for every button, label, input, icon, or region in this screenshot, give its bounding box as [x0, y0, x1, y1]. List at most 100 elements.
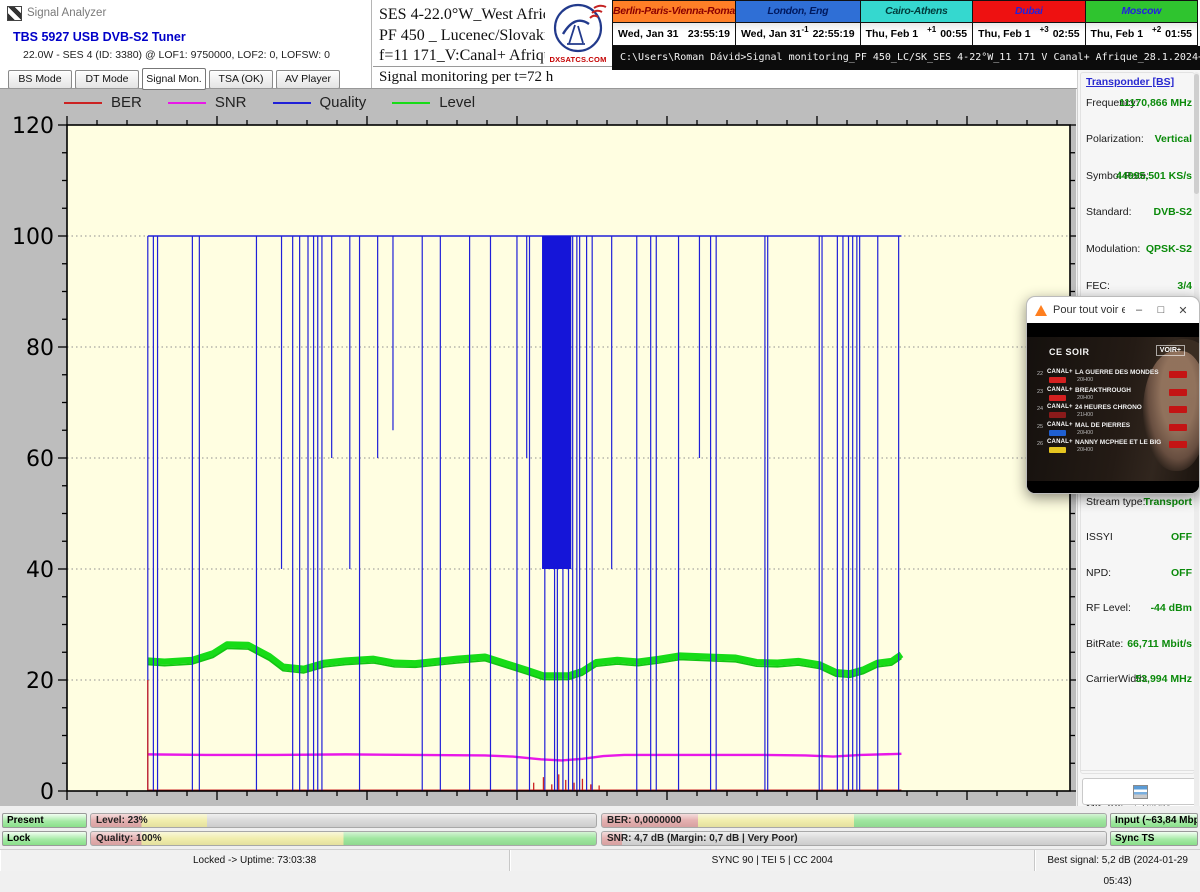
epg-row: 23CANAL+BREAKTHROUGH20H00	[1037, 387, 1189, 403]
clock-time-row: Thu, Feb 1+302:55	[973, 23, 1084, 45]
vlc-player-window[interactable]: Pour tout voir et to... – □ ✕ CE SOIR VO…	[1026, 296, 1200, 494]
tab-signal-mon-[interactable]: Signal Mon.	[142, 68, 206, 90]
minimize-button[interactable]: –	[1131, 304, 1147, 316]
clock-city-label: Berlin-Paris-Vienna-Roma	[613, 1, 735, 23]
quality-outage-block	[542, 236, 571, 569]
vlc-titlebar[interactable]: Pour tout voir et to... – □ ✕	[1027, 297, 1199, 323]
epg-channel-badge	[1049, 377, 1066, 383]
epg-channel-badge	[1049, 395, 1066, 401]
epg-row: 22CANAL+LA GUERRE DES MONDES20H00	[1037, 369, 1189, 385]
satellite-dish-icon	[545, 2, 611, 55]
meter-row1-bar1: Level: 23%	[90, 813, 597, 828]
monitoring-period-label: Signal monitoring per t=72 h	[379, 69, 553, 86]
meter-row1-left-badge: Present	[2, 813, 87, 828]
clock-date: Thu, Feb 1	[866, 28, 919, 40]
y-axis-label: 20	[26, 669, 54, 694]
epg-program-title: LA GUERRE DES MONDES	[1075, 369, 1159, 376]
epg-program-title: MAL DE PIERRES	[1075, 422, 1130, 429]
epg-title: CE SOIR	[1049, 347, 1090, 357]
y-axis-label: 120	[12, 114, 54, 139]
clock-utc-offset: -1	[801, 25, 808, 34]
field-value: Vertical	[1155, 133, 1192, 145]
close-button[interactable]: ✕	[1175, 304, 1191, 317]
clock-city-label: Dubai	[973, 1, 1084, 23]
command-prompt-line: C:\Users\Roman Dávid>Signal monitoring_P…	[612, 46, 1200, 70]
clock-time: 23:55:19	[688, 28, 730, 40]
field-label: NPD:	[1086, 567, 1111, 579]
field-label: ISSYI	[1086, 531, 1113, 543]
transponder-header: Transponder [BS]	[1086, 76, 1174, 88]
clock-date: Thu, Feb 1	[1091, 28, 1144, 40]
epg-program-title: 24 HEURES CHRONO	[1075, 404, 1142, 411]
header-divider	[371, 0, 372, 88]
tab-tsa-ok-[interactable]: TSA (OK)	[209, 70, 273, 89]
meter-row2-bar1: Quality: 100%	[90, 831, 597, 846]
epg-row: 24CANAL+24 HEURES CHRONO21H00	[1037, 404, 1189, 420]
field-value: OFF	[1171, 531, 1192, 543]
epg-channel-number: 22	[1037, 371, 1043, 377]
epg-channel-number: 25	[1037, 424, 1043, 430]
tuner-details: 22.0W - SES 4 (ID: 3380) @ LOF1: 9750000…	[23, 49, 330, 61]
clock-london-eng: London, EngWed, Jan 31-122:55:19	[736, 1, 861, 45]
letterbox-top	[1027, 323, 1199, 337]
clock-city-label: Cairo-Athens	[861, 1, 972, 23]
meter-row2-bar2: SNR: 4,7 dB (Margin: 0,7 dB | Very Poor)	[601, 831, 1107, 846]
epg-channel-name: CANAL+	[1047, 422, 1073, 428]
meter-row2-right-badge: Sync TS	[1110, 831, 1198, 846]
epg-channel-name: CANAL+	[1047, 404, 1073, 410]
letterbox-bottom	[1027, 481, 1199, 493]
command-prompt-text: C:\Users\Roman Dávid>Signal monitoring_P…	[620, 52, 1200, 63]
world-clocks: Berlin-Paris-Vienna-Roma Wed, Jan 31 23:55…	[612, 0, 1198, 46]
clock-date: Wed, Jan 31	[618, 28, 679, 40]
field-label: Stream type:	[1086, 496, 1146, 508]
scrollbar-thumb[interactable]	[1194, 74, 1199, 194]
epg-program-time: 20H00	[1077, 430, 1093, 436]
epg-channel-number: 26	[1037, 441, 1043, 447]
tab-av-player[interactable]: AV Player	[276, 70, 340, 89]
field-label: RF Level:	[1086, 602, 1131, 614]
status-lock-uptime: Locked -> Uptime: 73:03:38	[0, 850, 510, 871]
field-value: 3/4	[1177, 280, 1192, 292]
field-value: QPSK-S2	[1146, 243, 1192, 255]
tab-bs-mode[interactable]: BS Mode	[8, 70, 72, 89]
clock-moscow: MoscowThu, Feb 1+201:55	[1086, 1, 1197, 45]
clock-city-label: Moscow	[1086, 1, 1197, 23]
signal-chart-panel: BERSNRQualityLevel 020406080100120	[0, 88, 1076, 807]
epg-channel-badge	[1049, 412, 1066, 418]
epg-channel-name: CANAL+	[1047, 369, 1073, 375]
field-value: 53,994 MHz	[1135, 673, 1192, 685]
epg-program-time: 20H00	[1077, 395, 1093, 401]
epg-channel-number: 24	[1037, 406, 1043, 412]
meter-row1-bar1-label: Level: 23%	[96, 814, 148, 828]
epg-right-tag	[1169, 389, 1187, 396]
epg-right-tag	[1169, 441, 1187, 448]
field-value: OFF	[1171, 567, 1192, 579]
meter-row1-bar2: BER: 0,0000000	[601, 813, 1107, 828]
clock-utc-offset: +1	[927, 25, 936, 34]
y-axis-label: 100	[12, 225, 54, 250]
meter-row2-bar1-label: Quality: 100%	[96, 832, 162, 846]
clock-time: 00:55	[940, 28, 967, 40]
dxsatcs-logo: DXSATCS.COM	[545, 2, 611, 66]
stream-capture-button[interactable]	[1082, 778, 1198, 805]
epg-program-time: 20H00	[1077, 447, 1093, 453]
clock-time-row: Thu, Feb 1 +1 00:55	[861, 23, 972, 45]
epg-row: 26CANAL+NANNY MCPHEE ET LE BIG BANG20H00	[1037, 439, 1189, 455]
epg-voir-badge: VOIR+	[1156, 345, 1185, 356]
field-label: Polarization:	[1086, 133, 1144, 145]
epg-channel-badge	[1049, 447, 1066, 453]
field-label: Modulation:	[1086, 243, 1140, 255]
clock-time-row: Wed, Jan 31 23:55:19	[613, 23, 735, 45]
field-value: 44995,501 KS/s	[1116, 170, 1192, 182]
maximize-button[interactable]: □	[1153, 304, 1169, 316]
tab-dt-mode[interactable]: DT Mode	[75, 70, 139, 89]
vlc-video-area[interactable]: CE SOIR VOIR+ 22CANAL+LA GUERRE DES MOND…	[1027, 323, 1199, 493]
clock-berlin-paris-vienna-roma: Berlin-Paris-Vienna-Roma Wed, Jan 31 23:55…	[613, 1, 736, 45]
vlc-cone-icon	[1035, 305, 1047, 316]
meter-row2-left-badge: Lock	[2, 831, 87, 846]
field-label: Standard:	[1086, 206, 1132, 218]
clock-city-label: London, Eng	[736, 1, 860, 23]
meter-row1-right-badge: Input (~63,84 Mbps)	[1110, 813, 1198, 828]
y-axis-label: 40	[26, 558, 54, 583]
stream-list-icon	[1133, 785, 1148, 799]
